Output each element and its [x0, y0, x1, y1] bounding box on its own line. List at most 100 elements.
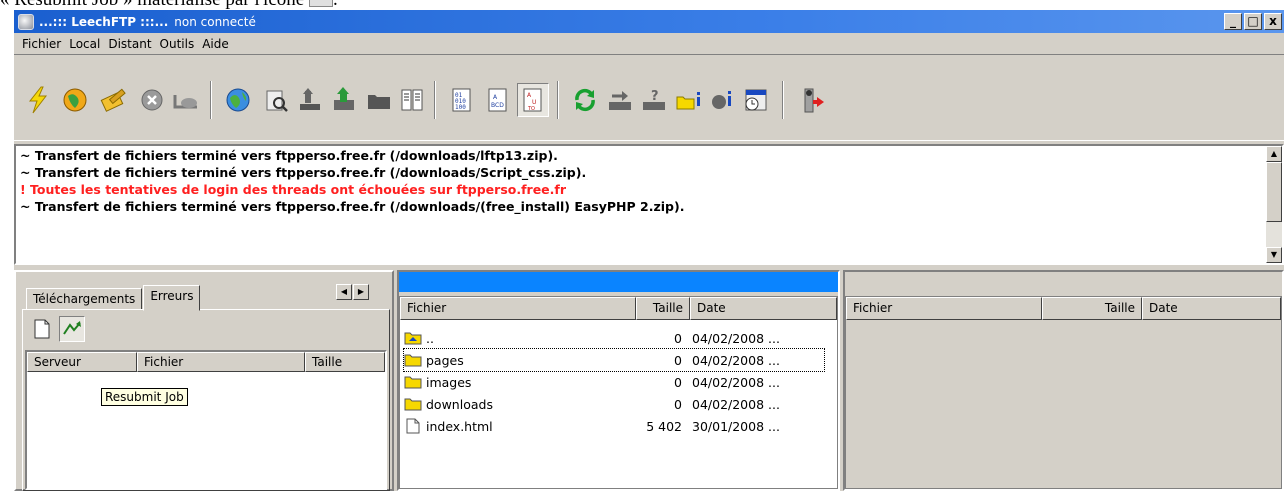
tab-right-arrow-icon[interactable]: ▶ — [353, 284, 369, 300]
col-fichier[interactable]: Fichier — [846, 297, 1042, 320]
svg-text:TO: TO — [527, 106, 535, 112]
file-date: 04/02/2008 ... — [692, 352, 780, 368]
upload-folder-icon[interactable] — [328, 83, 360, 117]
file-date: 04/02/2008 ... — [692, 374, 780, 390]
file-name: index.html — [426, 418, 493, 434]
col-taille[interactable]: Taille — [1042, 297, 1142, 320]
file-icon — [406, 418, 420, 434]
scroll-down-icon[interactable]: ▼ — [1266, 247, 1282, 263]
file-name: pages — [426, 352, 464, 368]
log-scrollbar[interactable]: ▲ ▼ — [1266, 146, 1282, 263]
file-row[interactable]: images 0 04/02/2008 ... — [404, 371, 824, 393]
folder-icon — [404, 398, 422, 411]
remote-pane: Fichier Taille Date — [843, 270, 1284, 491]
auto-mode-icon[interactable]: A U TO — [517, 83, 549, 117]
disconnect-icon[interactable] — [136, 83, 168, 117]
file-row[interactable]: index.html 5 402 30/01/2008 ... — [404, 415, 824, 437]
connection-status: non connecté — [174, 14, 256, 29]
find-icon[interactable] — [260, 83, 292, 117]
refresh-icon[interactable] — [569, 83, 601, 117]
resubmit-job-icon[interactable] — [59, 316, 85, 342]
file-date: 30/01/2008 ... — [692, 418, 780, 434]
svg-text:?: ? — [651, 89, 659, 104]
tab-left-arrow-icon[interactable]: ◀ — [336, 284, 352, 300]
menu-distant[interactable]: Distant — [104, 37, 155, 51]
queue-pane: Téléchargements Erreurs ◀ ▶ Serveur Fich… — [14, 270, 394, 491]
menu-local[interactable]: Local — [65, 37, 104, 51]
svg-text:BCD: BCD — [491, 102, 504, 109]
menu-outils[interactable]: Outils — [156, 37, 199, 51]
menu-fichier[interactable]: Fichier — [18, 37, 65, 51]
close-button[interactable]: x — [1264, 13, 1282, 30]
file-date: 04/02/2008 ... — [692, 396, 780, 412]
ascii-mode-icon[interactable]: A BCD — [482, 83, 514, 117]
svg-text:U: U — [532, 99, 536, 106]
lightning-icon[interactable] — [22, 83, 54, 117]
split-file-icon[interactable] — [396, 83, 428, 117]
log-line-error: ! Toutes les tentatives de login des thr… — [20, 182, 567, 197]
new-folder-icon[interactable] — [672, 83, 704, 117]
binary-mode-icon[interactable]: 01 010 100 — [446, 83, 478, 117]
caption-text: « Resubmit Job » matérialisé par l'icône… — [0, 0, 1284, 10]
bookmark-pencil-icon[interactable] — [98, 83, 130, 117]
schedule-icon[interactable] — [740, 83, 772, 117]
tab-telechargements[interactable]: Téléchargements — [26, 288, 143, 310]
file-size: 0 — [674, 396, 682, 412]
error-list[interactable]: Serveur Fichier Taille — [25, 350, 387, 490]
col-date[interactable]: Date — [690, 297, 837, 320]
file-date: 04/02/2008 ... — [692, 330, 780, 346]
local-path-bar[interactable] — [399, 272, 838, 292]
app-icon[interactable] — [18, 13, 34, 30]
col-taille[interactable]: Taille — [305, 352, 385, 372]
tab-erreurs[interactable]: Erreurs — [143, 285, 201, 311]
menu-aide[interactable]: Aide — [198, 37, 233, 51]
folder-icon[interactable] — [363, 83, 395, 117]
toolbar: 01 010 100 A BCD A U TO ? — [14, 55, 1284, 141]
log-line: ~ Transfert de fichiers terminé vers ftp… — [20, 199, 685, 214]
local-file-list[interactable]: Fichier Taille Date .. 0 04/02/2008 ... … — [399, 296, 838, 489]
query-icon[interactable]: ? — [638, 83, 670, 117]
tooltip: Resubmit Job — [101, 388, 188, 406]
log-line: ~ Transfert de fichiers terminé vers ftp… — [20, 148, 558, 163]
folder-icon — [404, 354, 422, 367]
col-fichier[interactable]: Fichier — [400, 297, 636, 320]
maximize-button[interactable]: □ — [1244, 13, 1262, 30]
col-date[interactable]: Date — [1142, 297, 1281, 320]
col-taille[interactable]: Taille — [636, 297, 690, 320]
minimize-button[interactable]: _ — [1224, 13, 1242, 30]
note-icon — [308, 0, 333, 7]
file-size: 0 — [674, 352, 682, 368]
scroll-up-icon[interactable]: ▲ — [1266, 146, 1282, 162]
file-name: downloads — [426, 396, 493, 412]
file-name: .. — [426, 330, 434, 346]
scroll-thumb[interactable] — [1266, 162, 1282, 222]
col-fichier[interactable]: Fichier — [137, 352, 305, 372]
upload-tray-icon[interactable] — [294, 83, 326, 117]
file-size: 0 — [674, 330, 682, 346]
move-icon[interactable] — [604, 83, 636, 117]
info-icon[interactable] — [706, 83, 738, 117]
col-serveur[interactable]: Serveur — [27, 352, 137, 372]
log-line: ~ Transfert de fichiers terminé vers ftp… — [20, 165, 587, 180]
file-size: 5 402 — [646, 418, 682, 434]
title-bar[interactable]: ...::: LeechFTP :::... non connecté _ □ … — [14, 10, 1284, 33]
new-document-icon[interactable] — [29, 316, 55, 342]
file-row[interactable]: downloads 0 04/02/2008 ... — [404, 393, 824, 415]
remote-file-list[interactable]: Fichier Taille Date — [845, 296, 1282, 489]
file-row[interactable]: .. 0 04/02/2008 ... — [404, 327, 824, 349]
svg-text:100: 100 — [455, 104, 466, 111]
file-row[interactable]: pages 0 04/02/2008 ... — [403, 348, 825, 372]
menu-bar: Fichier Local Distant Outils Aide — [14, 33, 1284, 55]
parent-folder-icon — [404, 332, 422, 345]
log-panel[interactable]: ~ Transfert de fichiers terminé vers ftp… — [14, 144, 1284, 265]
folder-icon — [404, 376, 422, 389]
app-title: ...::: LeechFTP :::... — [39, 14, 169, 29]
globe-icon[interactable] — [59, 83, 91, 117]
file-size: 0 — [674, 374, 682, 390]
world-icon[interactable] — [222, 83, 254, 117]
file-name: images — [426, 374, 472, 390]
snail-icon[interactable] — [170, 83, 202, 117]
exit-icon[interactable] — [796, 83, 828, 117]
tab-body: Serveur Fichier Taille — [22, 309, 390, 491]
log-lines: ~ Transfert de fichiers terminé vers ftp… — [20, 147, 684, 215]
